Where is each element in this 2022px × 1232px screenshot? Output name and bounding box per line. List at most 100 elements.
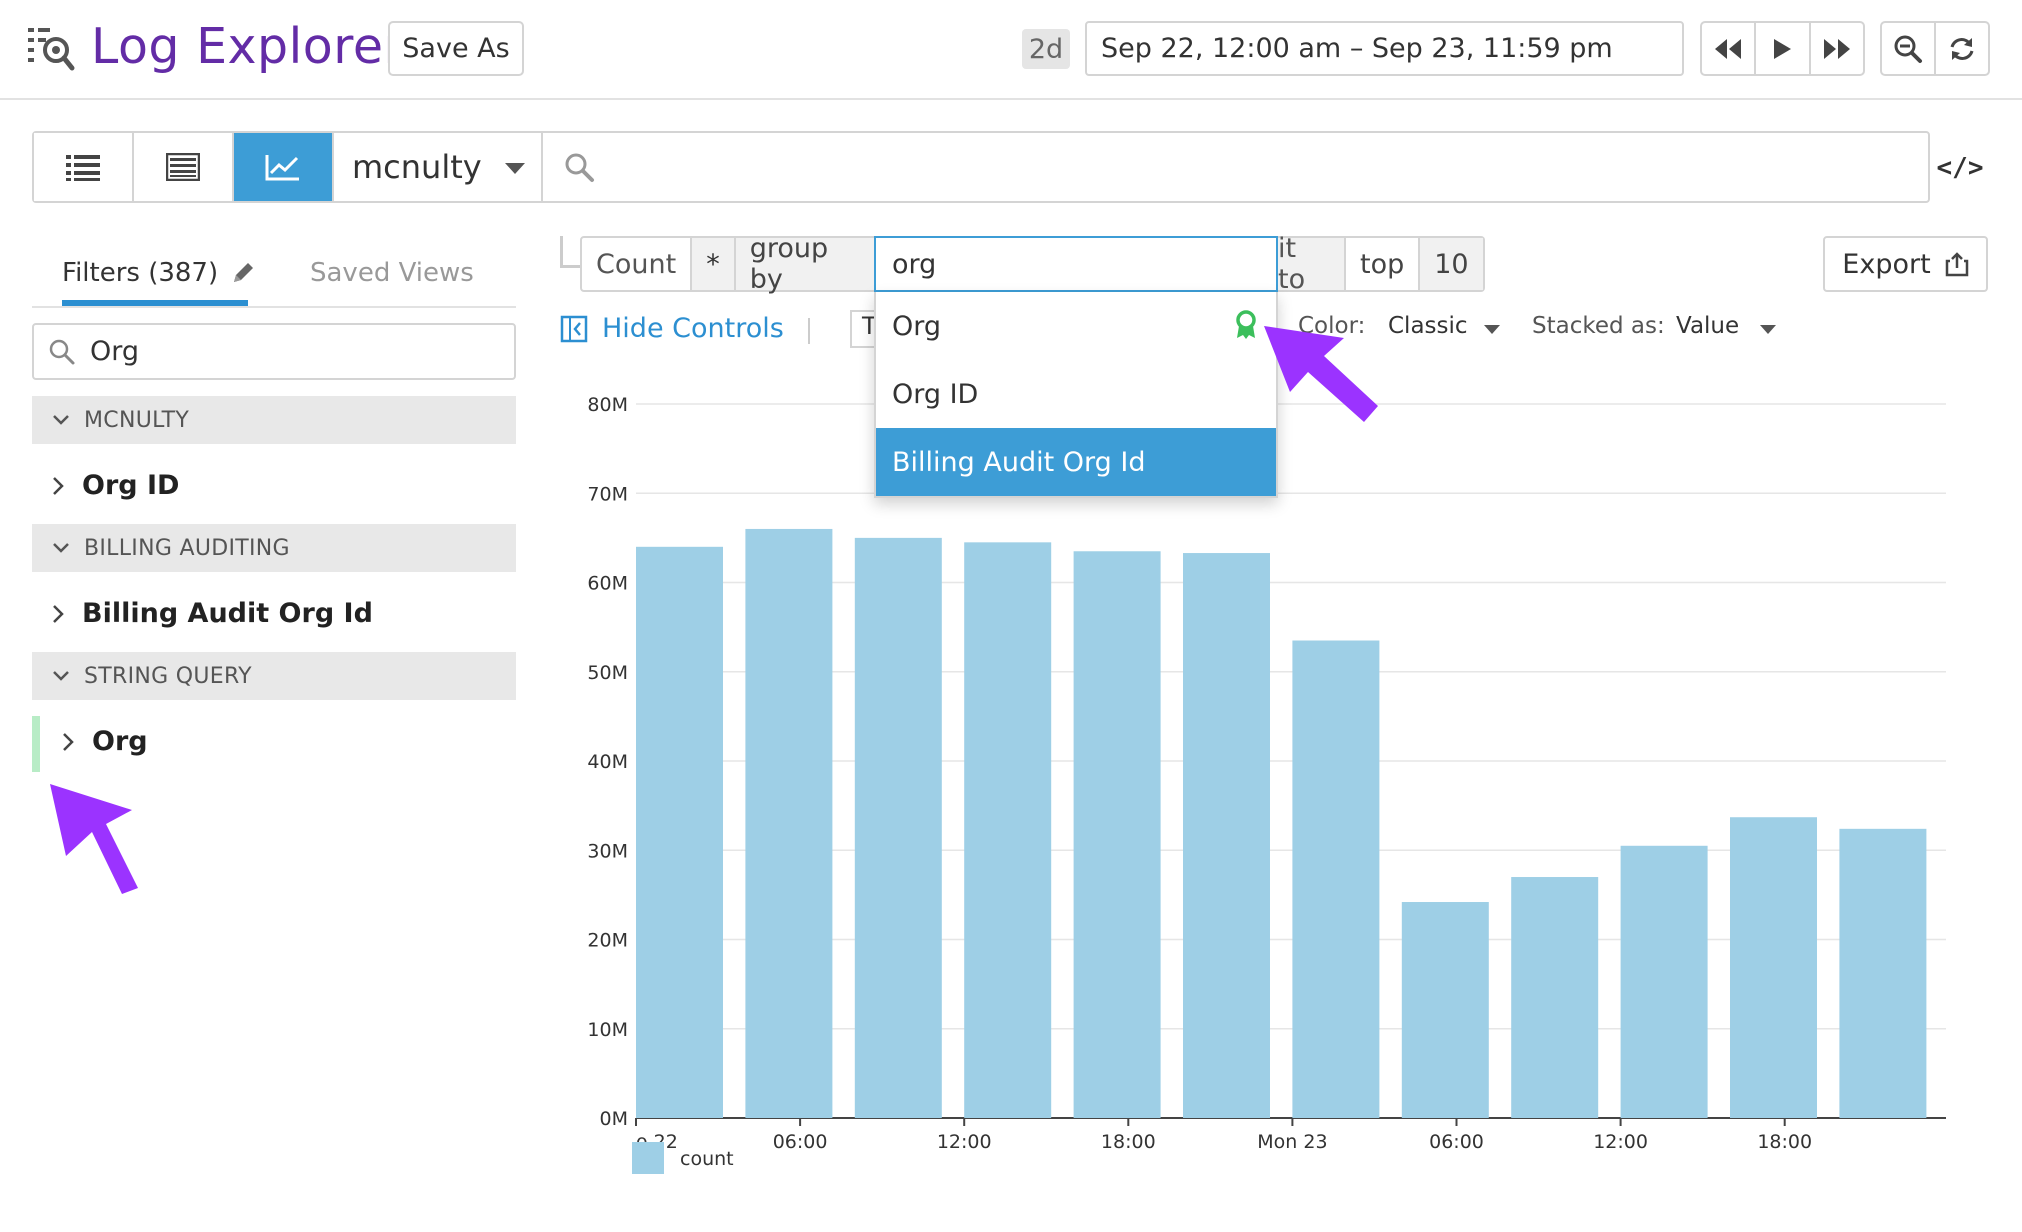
bar xyxy=(964,542,1052,1118)
zoom-out-button[interactable] xyxy=(1882,23,1936,74)
stacked-as-label: Stacked as: xyxy=(1532,313,1665,339)
group-by-input[interactable]: org xyxy=(874,236,1278,292)
index-selector-value: mcnulty xyxy=(352,148,482,186)
hide-controls-link[interactable]: Hide Controls xyxy=(560,313,784,344)
sidebar-tabs: Filters (387) Saved Views xyxy=(32,250,516,308)
bar xyxy=(1292,640,1380,1118)
x-tick-label: 12:00 xyxy=(937,1131,992,1153)
chevron-down-icon xyxy=(505,163,525,174)
facet-org-id[interactable]: Org ID xyxy=(52,470,179,501)
query-bar: mcnulty xyxy=(32,131,1930,203)
bar xyxy=(1839,828,1927,1118)
search-input[interactable] xyxy=(543,133,1928,201)
bar xyxy=(636,546,723,1118)
facet-group-title: BILLING AUDITING xyxy=(84,535,290,561)
fast-forward-button[interactable] xyxy=(1811,23,1863,74)
log-explorer-logo-icon xyxy=(28,28,75,71)
facet-label: Org xyxy=(92,726,148,757)
page-title: Log Explorer xyxy=(91,18,405,75)
tab-filters-label: Filters (387) xyxy=(62,258,219,288)
facet-highlight-marker xyxy=(32,716,40,772)
chevron-down-icon xyxy=(53,671,69,681)
bar xyxy=(1073,551,1161,1118)
code-toggle-button[interactable]: </> xyxy=(1937,148,1984,188)
facet-group-billing-auditing[interactable]: BILLING AUDITING xyxy=(32,524,516,572)
suggestion-label: Billing Audit Org Id xyxy=(892,446,1146,478)
chevron-right-icon xyxy=(53,476,64,495)
pattern-view-button[interactable] xyxy=(134,133,234,201)
facet-search-input[interactable]: Org xyxy=(32,323,516,380)
annotation-arrow-icon xyxy=(1264,326,1378,422)
bar xyxy=(1183,553,1270,1118)
facet-group-mcnulty[interactable]: MCNULTY xyxy=(32,396,516,444)
aggregation-controls: Count * group by xyxy=(580,233,882,295)
rewind-icon xyxy=(1715,38,1742,59)
header: Log Explorer Save As 2d Sep 22, 12:00 am… xyxy=(0,0,2022,100)
facet-group-string-query[interactable]: STRING QUERY xyxy=(32,652,516,700)
suggestion-org[interactable]: Org xyxy=(876,292,1276,360)
x-tick-label: 18:00 xyxy=(1757,1131,1812,1153)
index-selector[interactable]: mcnulty xyxy=(334,133,543,201)
bar xyxy=(1730,817,1817,1118)
export-label: Export xyxy=(1842,248,1931,280)
facet-billing-audit-org-id[interactable]: Billing Audit Org Id xyxy=(52,598,373,629)
bar xyxy=(745,528,833,1118)
refresh-icon xyxy=(1950,37,1974,60)
active-tab-indicator xyxy=(62,300,248,306)
bar xyxy=(1620,845,1708,1118)
controls-bracket xyxy=(560,236,580,268)
legend-swatch xyxy=(632,1142,664,1174)
facet-search-value: Org xyxy=(90,336,140,367)
timeseries-view-button[interactable] xyxy=(234,133,334,201)
measure-select[interactable]: Count xyxy=(582,238,693,290)
zoom-controls xyxy=(1880,21,1990,76)
color-select[interactable]: Classic xyxy=(1388,313,1468,339)
annotation-arrow-icon xyxy=(50,784,138,894)
playback-controls xyxy=(1700,21,1865,76)
y-tick-label: 50M xyxy=(587,662,628,684)
limit-count-input[interactable]: 10 xyxy=(1420,238,1483,290)
bar xyxy=(1401,902,1489,1118)
tab-filters[interactable]: Filters (387) xyxy=(62,258,256,288)
x-tick-label: 18:00 xyxy=(1101,1131,1156,1153)
y-tick-label: 80M xyxy=(587,394,628,416)
facet-group-title: STRING QUERY xyxy=(84,663,252,689)
y-tick-label: 20M xyxy=(587,930,628,952)
limit-order-select[interactable]: top xyxy=(1346,238,1421,290)
suggestion-label: Org ID xyxy=(892,378,979,410)
chevron-down-icon[interactable] xyxy=(1484,325,1500,334)
suggestion-org-id[interactable]: Org ID xyxy=(876,360,1276,428)
export-button[interactable]: Export xyxy=(1823,236,1988,292)
y-tick-label: 60M xyxy=(587,573,628,595)
time-range-picker[interactable]: Sep 22, 12:00 am – Sep 23, 11:59 pm xyxy=(1085,21,1684,76)
bar xyxy=(854,537,942,1118)
rows-icon xyxy=(166,153,200,181)
search-icon xyxy=(49,339,75,364)
stacked-as-select[interactable]: Value xyxy=(1676,313,1739,339)
x-tick-label: 06:00 xyxy=(773,1131,828,1153)
x-tick-label: Mon 23 xyxy=(1257,1131,1327,1153)
suggestion-billing-audit-org-id[interactable]: Billing Audit Org Id xyxy=(876,428,1276,496)
x-tick-label: 12:00 xyxy=(1593,1131,1648,1153)
measure-field[interactable]: * xyxy=(692,238,736,290)
tab-saved-views[interactable]: Saved Views xyxy=(310,258,474,288)
pencil-icon[interactable] xyxy=(230,260,256,286)
group-by-label: group by xyxy=(735,233,880,295)
chevron-down-icon[interactable] xyxy=(1760,325,1776,334)
rewind-button[interactable] xyxy=(1702,23,1757,74)
share-icon xyxy=(1945,252,1968,277)
play-button[interactable] xyxy=(1756,23,1811,74)
y-tick-label: 0M xyxy=(600,1108,628,1130)
y-tick-label: 30M xyxy=(587,840,628,862)
save-as-button[interactable]: Save As xyxy=(388,21,524,76)
chevron-down-icon xyxy=(53,415,69,425)
refresh-button[interactable] xyxy=(1936,23,1988,74)
line-chart-icon xyxy=(265,155,299,181)
limit-to-label: it to xyxy=(1278,233,1346,295)
y-tick-label: 10M xyxy=(587,1019,628,1041)
chevron-right-icon xyxy=(63,732,74,751)
facet-label: Billing Audit Org Id xyxy=(82,598,373,629)
facet-org[interactable]: Org xyxy=(62,726,148,757)
list-view-button[interactable] xyxy=(34,133,134,201)
time-range-badge: 2d xyxy=(1022,29,1070,69)
